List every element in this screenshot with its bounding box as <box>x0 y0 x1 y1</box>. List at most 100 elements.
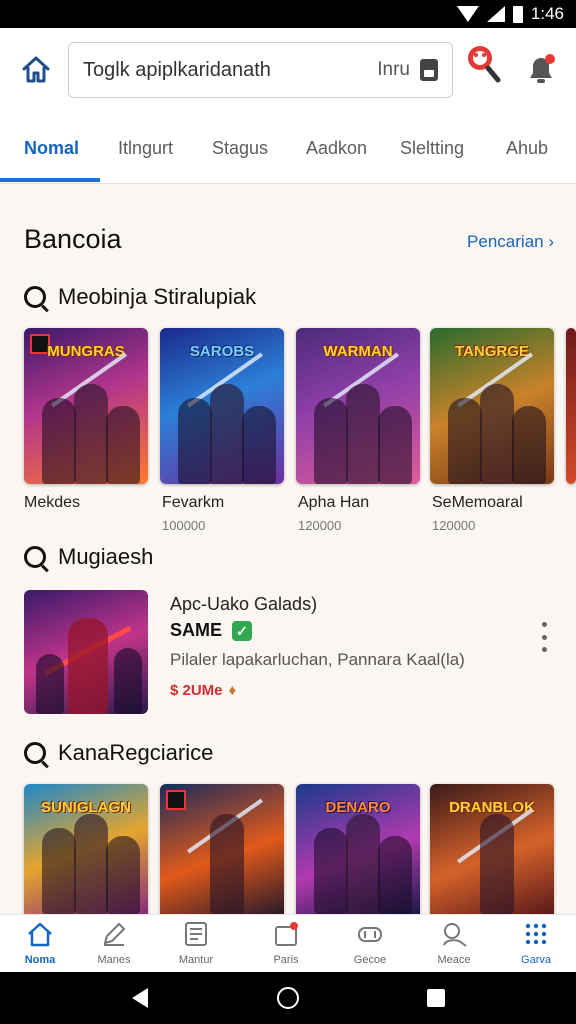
section-title-3: KanaRegciarice <box>58 740 214 765</box>
home-icon[interactable] <box>20 54 52 84</box>
list-icon <box>185 922 207 946</box>
search-icon <box>24 286 46 308</box>
hero-figure <box>114 648 142 714</box>
game-card[interactable]: SUNIGLAGN <box>24 784 148 914</box>
document-icon[interactable] <box>420 59 438 81</box>
back-icon[interactable] <box>132 988 148 1008</box>
developer-name: SAME <box>170 620 223 640</box>
game-title: Apha Han <box>298 494 370 511</box>
bottom-navigation: Noma Manes Mantur Paris Gecoe Meace Garv… <box>0 914 576 972</box>
notification-bell-icon[interactable] <box>524 52 558 86</box>
tab-itlngurt[interactable]: Itlngurt <box>118 138 173 159</box>
search-input[interactable]: Toglk apiplkaridanath Inru <box>68 42 453 98</box>
nav-item-gecoe[interactable]: Gecoe <box>338 921 402 966</box>
hero-figure <box>178 398 212 484</box>
hero-figure <box>480 384 514 484</box>
nav-item-mantur[interactable]: Mantur <box>164 921 228 966</box>
game-logo: TANGRGE <box>455 343 529 360</box>
nav-label: Paris <box>273 954 299 966</box>
hero-figure <box>378 406 412 484</box>
game-card[interactable]: TANGRGE <box>430 328 554 484</box>
price-label: $ 2UMe <box>170 682 223 699</box>
more-options-icon[interactable] <box>538 622 550 652</box>
grid-icon <box>525 923 547 945</box>
search-icon <box>24 546 46 568</box>
wifi-icon <box>456 6 479 22</box>
game-card[interactable]: DENARO <box>296 784 420 914</box>
search-mic-label: Inru <box>377 59 410 80</box>
game-card[interactable]: SAROBS <box>160 328 284 484</box>
nav-item-home[interactable]: Noma <box>8 921 72 966</box>
hero-figure <box>210 814 244 914</box>
game-downloads: 120000 <box>432 518 476 533</box>
game-card[interactable]: DRANBLOK <box>430 784 554 914</box>
active-tab-indicator <box>0 178 100 182</box>
recent-apps-icon[interactable] <box>427 989 445 1007</box>
game-downloads: 120000 <box>298 518 342 533</box>
battery-icon <box>512 5 523 23</box>
hero-figure <box>42 828 76 914</box>
hero-figure <box>36 654 64 714</box>
see-all-label: Pencarian <box>467 232 544 251</box>
hero-figure <box>314 398 348 484</box>
game-logo: WARMAN <box>323 343 393 360</box>
shield-icon: ♦ <box>228 682 237 699</box>
tab-aadkon[interactable]: Aadkon <box>306 138 367 159</box>
nav-item-garva[interactable]: Garva <box>504 921 568 966</box>
nav-item-paris[interactable]: Paris <box>254 921 318 966</box>
tab-stagus[interactable]: Stagus <box>212 138 268 159</box>
nav-label: Noma <box>24 954 56 966</box>
page-title: Bancoia <box>24 224 122 254</box>
nav-label: Garva <box>521 954 551 966</box>
hero-figure <box>68 618 108 714</box>
featured-game-image[interactable] <box>24 590 148 714</box>
hero-figure <box>210 384 244 484</box>
featured-game-title[interactable]: Apc-Uako Galads) <box>170 594 317 615</box>
tab-bar: Nomal Itlngurt Stagus Aadkon Sleltting A… <box>0 112 576 184</box>
signal-icon <box>486 6 505 22</box>
game-logo: MUNGRAS <box>47 343 125 360</box>
game-badge-icon <box>166 790 186 810</box>
pen-icon <box>103 922 126 946</box>
system-home-icon[interactable] <box>277 987 299 1009</box>
featured-developer: SAME ✓ <box>170 620 253 641</box>
game-card[interactable]: MUNGRAS <box>24 328 148 484</box>
top-app-bar: Toglk apiplkaridanath Inru <box>0 28 576 112</box>
section-header-1: Meobinja Stiralupiak <box>24 284 256 310</box>
home-icon <box>28 922 52 947</box>
see-all-link[interactable]: Pencarian › <box>467 232 554 252</box>
hero-figure <box>242 406 276 484</box>
hero-figure <box>106 406 140 484</box>
nav-label: Gecoe <box>353 954 387 966</box>
hero-figure <box>74 384 108 484</box>
tab-sleltting[interactable]: Sleltting <box>400 138 464 159</box>
nav-item-manes[interactable]: Manes <box>82 921 146 966</box>
hero-figure <box>378 836 412 914</box>
game-title: Fevarkm <box>162 494 225 511</box>
hero-figure <box>42 398 76 484</box>
tab-nomal[interactable]: Nomal <box>24 138 79 159</box>
section-header-2: Mugiaesh <box>24 544 153 570</box>
search-input-value: Toglk apiplkaridanath <box>83 58 271 81</box>
section-title-1: Meobinja Stiralupiak <box>58 284 257 309</box>
tab-ahub[interactable]: Ahub <box>506 138 548 159</box>
nav-label: Mantur <box>178 954 214 966</box>
game-card[interactable] <box>160 784 284 914</box>
bag-icon <box>275 922 298 946</box>
section-title-2: Mugiaesh <box>58 544 154 569</box>
game-downloads: 100000 <box>162 518 206 533</box>
game-logo: SAROBS <box>189 343 255 360</box>
search-person-icon <box>443 923 467 947</box>
game-card-partial[interactable] <box>566 328 576 484</box>
game-card[interactable]: WARMAN <box>296 328 420 484</box>
nav-label: Meace <box>437 954 471 966</box>
search-icon <box>24 742 46 764</box>
hero-figure <box>448 398 482 484</box>
featured-description: Pilaler lapakarluchan, Pannara Kaal(la) <box>170 650 465 669</box>
hero-figure <box>512 406 546 484</box>
status-bar: 1:46 <box>0 0 576 28</box>
featured-price: $ 2UMe ♦ <box>170 682 236 699</box>
verified-check-icon: ✓ <box>232 620 253 641</box>
nav-item-meace[interactable]: Meace <box>422 921 486 966</box>
lens-search-icon[interactable] <box>466 44 502 84</box>
